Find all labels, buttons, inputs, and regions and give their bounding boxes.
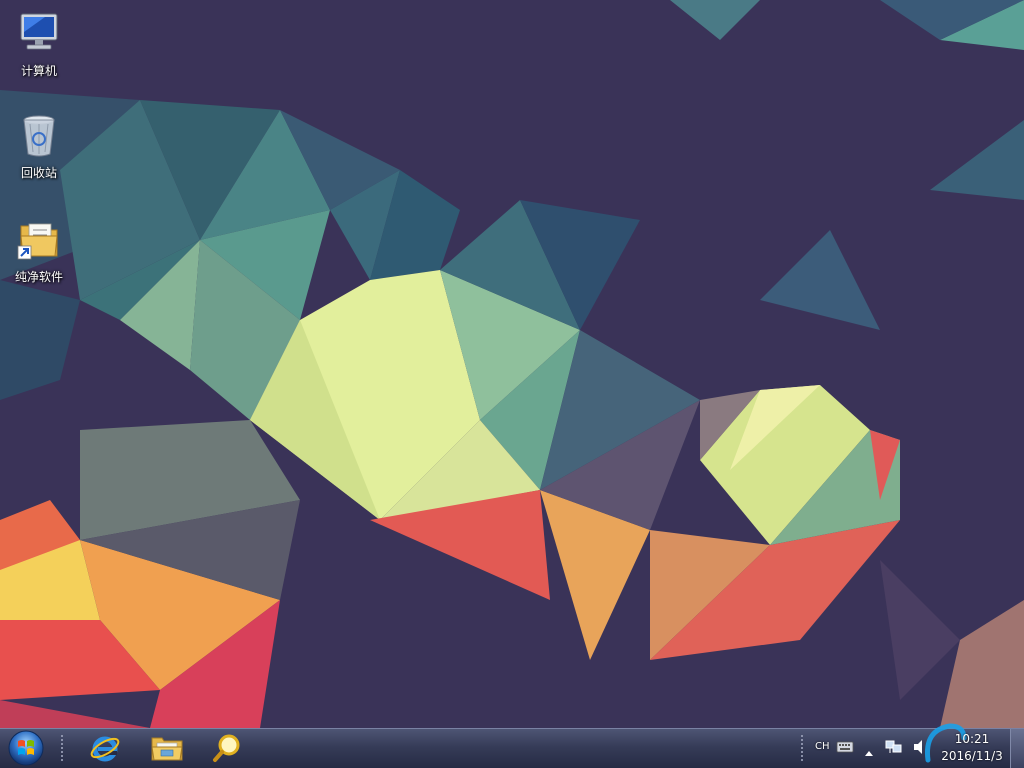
folder-shortcut-icon: [15, 216, 63, 264]
recycle-bin-icon: [15, 112, 63, 160]
taskbar-grip[interactable]: [60, 734, 64, 762]
taskbar-internet-explorer[interactable]: [78, 729, 132, 767]
desktop-icon-pure-software[interactable]: 纯净软件: [1, 210, 77, 302]
desktop-icon-recycle-bin[interactable]: 回收站: [1, 106, 77, 198]
file-explorer-icon: [151, 737, 183, 761]
desktop-icon-label: 纯净软件: [14, 270, 63, 284]
start-button[interactable]: [4, 729, 48, 767]
internet-explorer-icon: [90, 736, 120, 762]
taskbar-search[interactable]: [200, 729, 254, 767]
language-indicator[interactable]: CH: [815, 741, 830, 752]
desktop-icon-label: 计算机: [20, 64, 57, 78]
search-icon: [213, 734, 240, 762]
computer-icon: [15, 10, 63, 58]
taskbar-file-explorer[interactable]: [140, 729, 194, 767]
desktop-icon-computer[interactable]: 计算机: [1, 4, 77, 96]
keyboard-icon[interactable]: [836, 739, 854, 758]
show-hidden-icons-icon[interactable]: [864, 742, 874, 761]
tray-grip[interactable]: [800, 734, 804, 762]
network-icon[interactable]: [885, 739, 903, 759]
clock-time[interactable]: 10:21: [942, 732, 1002, 746]
desktop-wallpaper: [0, 0, 1024, 728]
show-desktop-button[interactable]: [1010, 729, 1024, 768]
windows-orb-icon: [8, 730, 44, 766]
desktop-icon-label: 回收站: [20, 166, 57, 180]
clock-date[interactable]: 2016/11/3: [938, 749, 1006, 763]
